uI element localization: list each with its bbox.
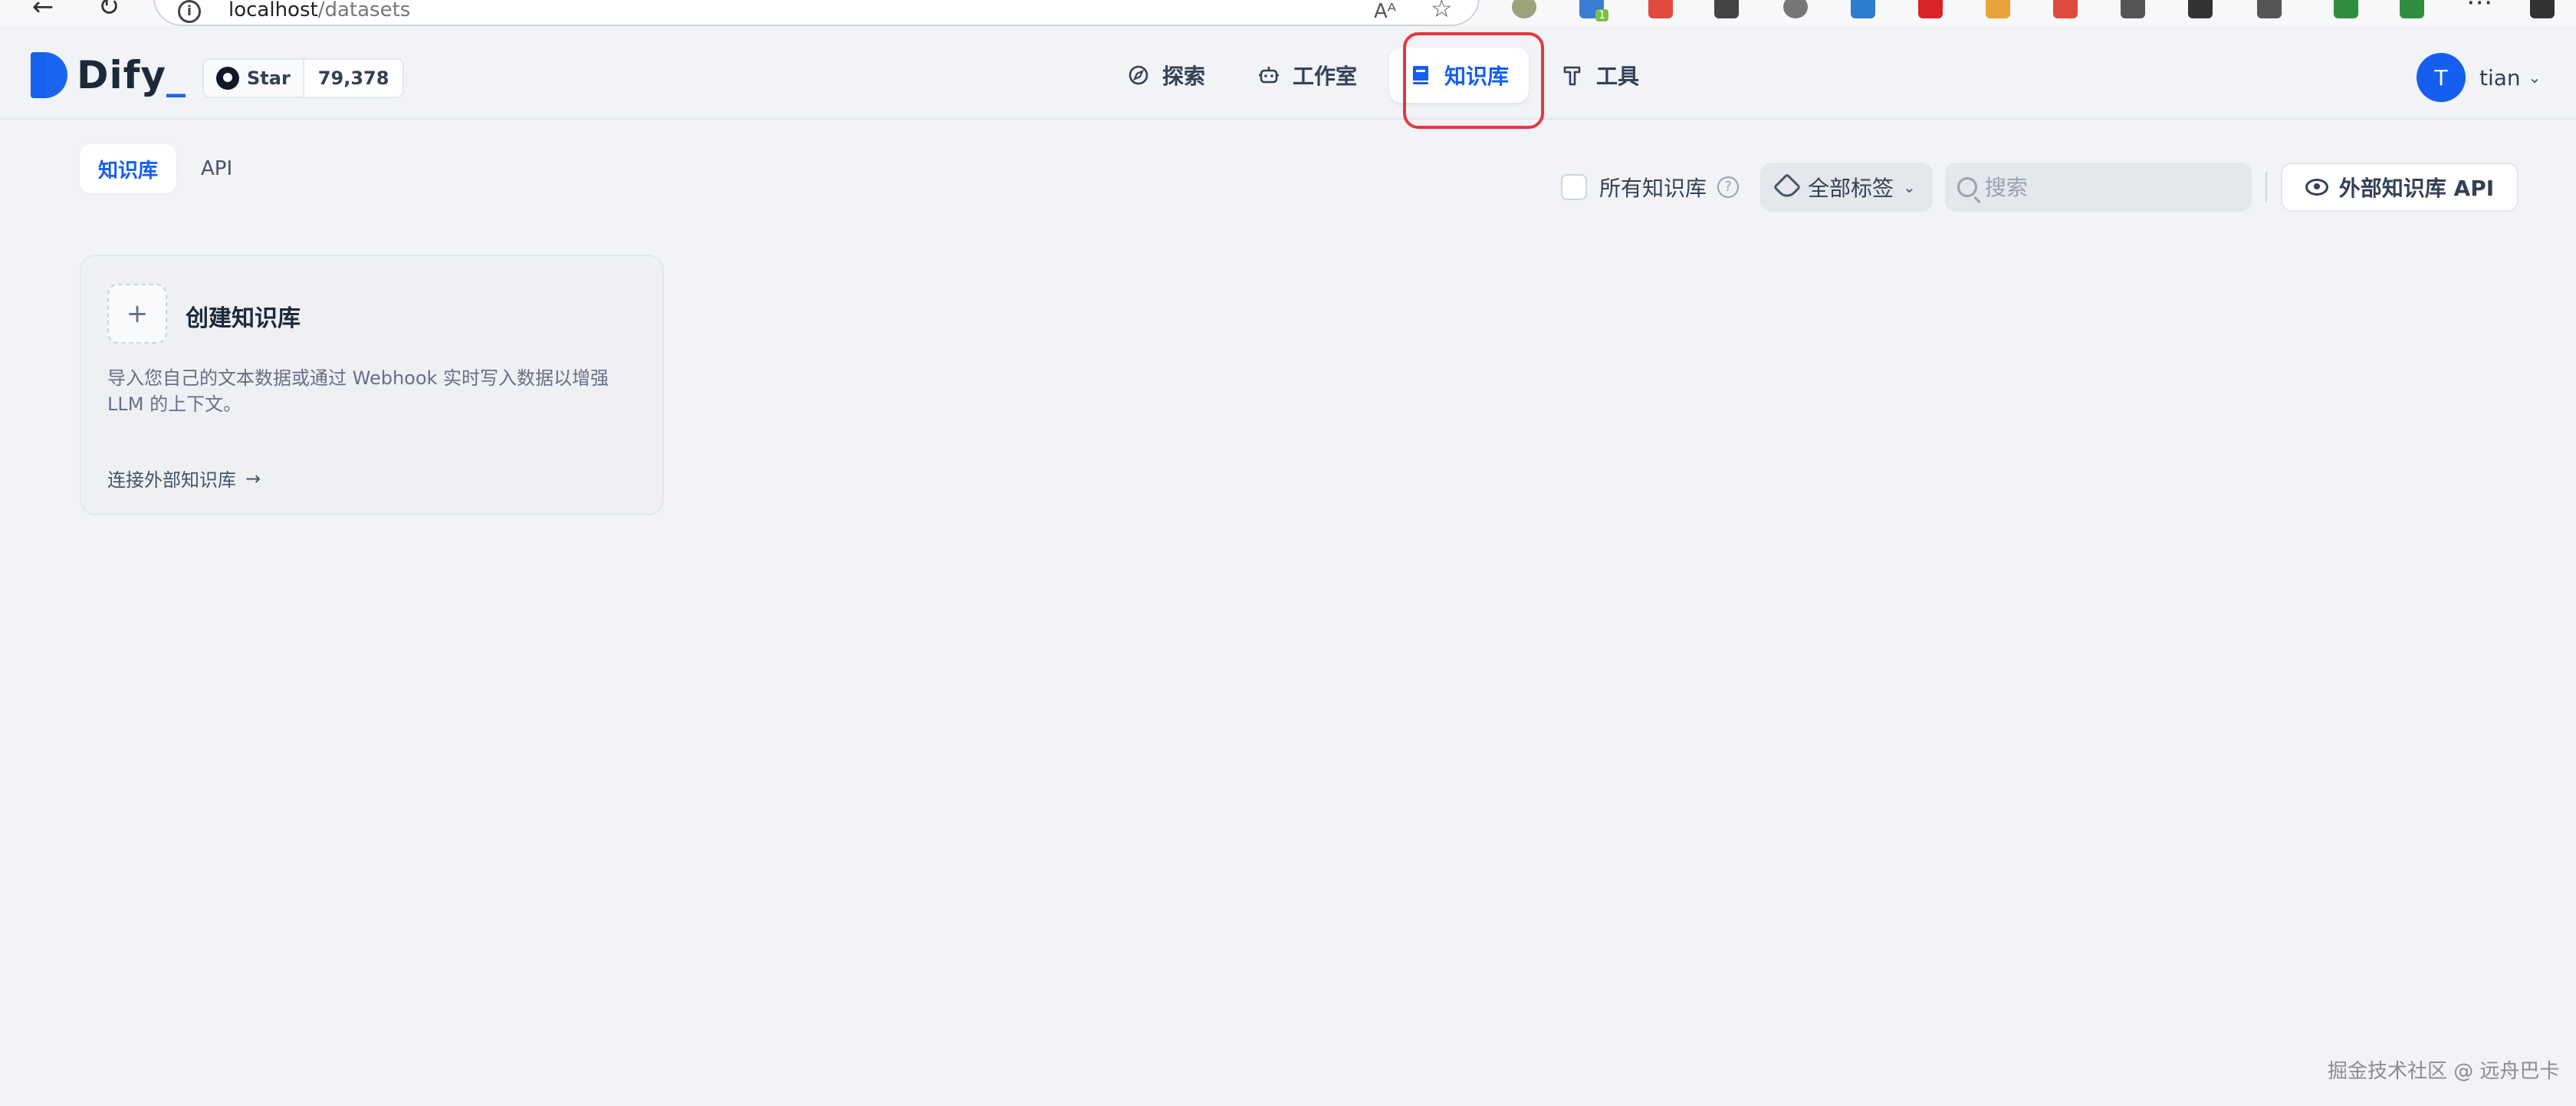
divider <box>2265 172 2267 202</box>
tab-api[interactable]: API <box>182 144 251 193</box>
create-knowledge-card[interactable]: + 创建知识库 导入您自己的文本数据或通过 Webhook 实时写入数据以增强 … <box>80 255 664 515</box>
dify-logo[interactable]: Dify_ <box>31 52 186 98</box>
address-bar[interactable]: i localhost/datasets Aᴬ ☆ <box>153 0 1480 26</box>
nav-tools[interactable]: 工具 <box>1541 48 1659 103</box>
avatar: T <box>2417 53 2466 102</box>
create-knowledge-title: 创建知识库 <box>186 305 301 332</box>
site-info-icon[interactable]: i <box>178 0 201 23</box>
browser-toolbar: ← ↻ i localhost/datasets Aᴬ ☆ 1 ⋯ <box>0 0 2576 26</box>
favorite-star-icon[interactable]: ☆ <box>1431 0 1453 23</box>
nav-explore-label: 探索 <box>1162 64 1206 89</box>
create-knowledge-description: 导入您自己的文本数据或通过 Webhook 实时写入数据以增强 LLM 的上下文… <box>107 367 610 415</box>
extension-icon[interactable] <box>1783 0 1808 18</box>
github-icon <box>216 67 239 90</box>
external-knowledge-api-button[interactable]: 外部知识库 API <box>2280 163 2519 212</box>
extension-icon[interactable] <box>1714 0 1739 18</box>
tag-filter-select[interactable]: 全部标签 ⌄ <box>1760 163 1933 212</box>
help-icon[interactable]: ? <box>1717 176 1740 198</box>
compass-icon <box>1129 65 1148 85</box>
puzzle-extensions-icon[interactable] <box>2121 0 2145 18</box>
github-star-button[interactable]: Star 79,378 <box>202 58 405 98</box>
extension-icon[interactable] <box>1512 0 1536 18</box>
annotation-highlight <box>1403 32 1544 129</box>
github-star-count: 79,378 <box>302 60 403 97</box>
api-connection-icon <box>2305 179 2328 196</box>
sidebar-toggle-icon[interactable] <box>2530 0 2555 18</box>
filter-bar: 所有知识库 ? 全部标签 ⌄ 外部知识库 API <box>1561 163 2519 212</box>
read-aloud-icon[interactable]: Aᴬ <box>1374 0 1396 23</box>
extension-icon[interactable] <box>1986 0 2010 18</box>
logo-suffix: _ <box>166 53 186 97</box>
nav-tools-label: 工具 <box>1596 64 1640 89</box>
nav-explore[interactable]: 探索 <box>1107 48 1225 103</box>
nav-studio-label: 工作室 <box>1293 64 1358 89</box>
hammer-icon <box>1563 66 1581 86</box>
watermark: 掘金技术社区 @ 远舟巴卡 <box>2328 1060 2560 1083</box>
user-menu[interactable]: T tian ⌄ <box>2417 51 2541 104</box>
search-icon <box>1957 177 1977 197</box>
extension-icon[interactable] <box>1648 0 1673 18</box>
tab-knowledge[interactable]: 知识库 <box>80 144 177 193</box>
logo-text: Dify <box>77 53 166 97</box>
arrow-right-icon: → <box>245 467 261 489</box>
extension-icon[interactable] <box>1851 0 1875 18</box>
connect-external-knowledge-link[interactable]: 连接外部知识库 → <box>107 465 261 492</box>
chevron-down-icon: ⌄ <box>2528 68 2542 87</box>
back-arrow-icon[interactable]: ← <box>28 0 58 22</box>
knowledge-tabs: 知识库 API <box>80 144 257 193</box>
robot-icon <box>1259 67 1280 84</box>
translate-extension-icon[interactable]: 1 <box>1579 0 1608 21</box>
extension-icon[interactable] <box>2053 0 2078 18</box>
more-menu-icon[interactable]: ⋯ <box>2464 0 2495 18</box>
search-box[interactable] <box>1944 163 2252 212</box>
tag-icon <box>1773 173 1802 202</box>
search-input[interactable] <box>1984 174 2230 200</box>
chevron-down-icon: ⌄ <box>1903 178 1916 196</box>
dify-logo-mark <box>31 52 67 98</box>
nav-studio[interactable]: 工作室 <box>1237 48 1377 103</box>
favorites-list-icon[interactable] <box>2257 0 2282 18</box>
github-star-label: Star <box>247 67 291 89</box>
extension-icon[interactable] <box>1918 0 1943 18</box>
plus-icon: + <box>107 284 167 344</box>
reload-icon[interactable]: ↻ <box>94 0 124 22</box>
all-knowledge-label[interactable]: 所有知识库 <box>1599 172 1707 202</box>
tag-filter-label: 全部标签 <box>1808 176 1894 201</box>
connect-external-knowledge-label: 连接外部知识库 <box>107 469 236 491</box>
url-text: localhost/datasets <box>228 0 411 21</box>
extension-icon[interactable] <box>2400 0 2424 18</box>
user-name: tian <box>2479 64 2521 91</box>
all-knowledge-checkbox[interactable] <box>1561 174 1587 200</box>
external-knowledge-api-label: 外部知识库 API <box>2338 176 2495 201</box>
downloads-icon[interactable] <box>2334 0 2358 18</box>
split-screen-icon[interactable] <box>2188 0 2213 18</box>
app-header: Dify_ Star 79,378 探索 工作室 知识库 工具 T tian ⌄ <box>0 26 2576 120</box>
main-nav: 探索 工作室 知识库 工具 <box>1107 48 1671 103</box>
